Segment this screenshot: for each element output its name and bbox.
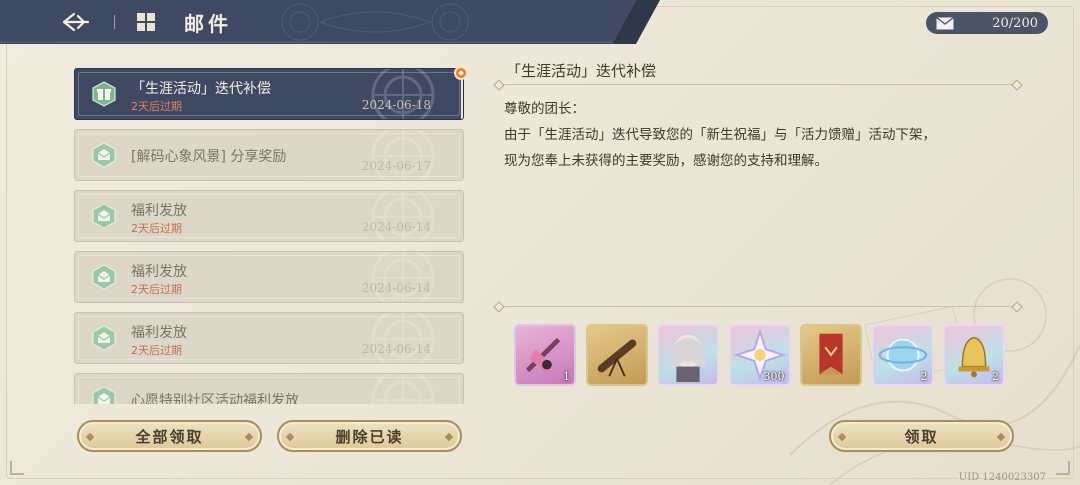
- delete-read-label: 删除已读: [335, 427, 404, 446]
- mail-list-item[interactable]: 福利发放 2天后过期 2024-06-14: [74, 312, 464, 364]
- mail-body-line: 现为您奉上未获得的主要奖励，感谢您的支持和理解。: [504, 153, 828, 169]
- mail-item-title: 福利发放: [131, 325, 187, 341]
- mail-detail-body: 尊敬的团长： 由于「生涯活动」迭代导致您的「新生祝福」与「活力馈赠」活动下架， …: [504, 96, 1024, 174]
- reward-slot[interactable]: 1: [514, 324, 576, 386]
- reward-slot[interactable]: [657, 324, 719, 386]
- reward-slot[interactable]: [800, 324, 862, 386]
- claim-all-label: 全部领取: [135, 427, 204, 446]
- emblem-watermark-icon: [369, 374, 437, 404]
- mail-item-title: 「生涯活动」迭代补偿: [131, 81, 271, 97]
- mail-detail-title: 「生涯活动」迭代补偿: [506, 62, 657, 80]
- open-mail-icon: [91, 386, 117, 404]
- reward-quantity: 2: [920, 370, 928, 383]
- reward-quantity: 2: [992, 370, 999, 383]
- character-portrait-item-icon: [670, 334, 706, 383]
- mail-list-item[interactable]: 心愿特别社区活动福利发放: [74, 373, 464, 404]
- claim-label: 领取: [904, 427, 939, 446]
- mail-item-title: 福利发放: [131, 203, 187, 219]
- title-divider: [498, 84, 1018, 85]
- frame-corner-ornament: [10, 461, 24, 475]
- open-mail-icon: [91, 142, 117, 168]
- mail-item-date: 2024-06-14: [361, 281, 431, 295]
- rewards-divider: [498, 306, 1018, 307]
- mailbox-capacity-counter: 20/200: [926, 12, 1048, 34]
- mail-item-date: 2024-06-14: [361, 342, 431, 356]
- claim-button[interactable]: 领取: [829, 420, 1014, 452]
- mail-item-expiry: 2天后过期: [131, 100, 182, 113]
- mail-list-item[interactable]: 福利发放 2天后过期 2024-06-14: [74, 251, 464, 303]
- reward-slot[interactable]: 2: [871, 324, 934, 386]
- mail-item-expiry: 2天后过期: [131, 283, 182, 296]
- claim-all-button[interactable]: 全部领取: [77, 420, 262, 452]
- mail-item-expiry: 2天后过期: [131, 344, 182, 357]
- mail-grid-icon: [137, 13, 155, 31]
- reward-slot[interactable]: 2: [943, 324, 1005, 386]
- mail-item-date: 2024-06-18: [361, 98, 431, 112]
- back-button[interactable]: [58, 8, 92, 36]
- mail-item-title: 心愿特别社区活动福利发放: [131, 393, 299, 404]
- mail-item-title: [解码心象风景] 分享奖励: [131, 149, 287, 165]
- reward-slot[interactable]: [585, 324, 648, 386]
- header-separator: [114, 15, 115, 29]
- mail-list-item[interactable]: [解码心象风景] 分享奖励 2024-06-17: [74, 129, 464, 181]
- mail-greeting: 尊敬的团长：: [504, 101, 585, 117]
- back-arrow-icon: [62, 12, 90, 32]
- emblem-watermark-icon: [369, 191, 437, 241]
- top-header-bar: 邮件: [0, 0, 660, 44]
- emblem-watermark-icon: [369, 313, 437, 363]
- mail-item-date: 2024-06-14: [361, 220, 431, 234]
- telescope-item-icon: [597, 339, 636, 377]
- emblem-watermark-icon: [369, 252, 437, 302]
- mail-body-line: 由于「生涯活动」迭代导致您的「新生祝福」与「活力馈赠」活动下架，: [504, 127, 936, 143]
- delete-read-button[interactable]: 删除已读: [277, 420, 462, 452]
- gift-icon: [91, 81, 117, 107]
- reward-slot[interactable]: 300: [728, 324, 791, 386]
- emblem-watermark-icon: [369, 69, 437, 119]
- open-mail-icon: [91, 264, 117, 290]
- mail-item-expiry: 2天后过期: [131, 222, 182, 235]
- envelope-icon: [936, 16, 954, 29]
- mail-count-value: 20/200: [992, 15, 1038, 31]
- user-id: UID 1240023307: [958, 472, 1046, 483]
- open-mail-icon: [91, 325, 117, 351]
- mail-list[interactable]: 「生涯活动」迭代补偿 2天后过期 2024-06-18 [解码心象风景] 分享奖励 20…: [74, 68, 466, 404]
- page-title: 邮件: [184, 12, 232, 36]
- reward-quantity: 300: [763, 370, 785, 383]
- reward-quantity: 1: [563, 370, 570, 383]
- open-mail-icon: [91, 203, 117, 229]
- red-banner-item-icon: [819, 333, 843, 375]
- header-background: [0, 0, 660, 44]
- mail-list-item[interactable]: 「生涯活动」迭代补偿 2天后过期 2024-06-18: [74, 68, 464, 120]
- emblem-watermark-icon: [369, 130, 437, 180]
- mail-item-date: 2024-06-17: [361, 159, 431, 173]
- mail-item-title: 福利发放: [131, 264, 187, 280]
- new-mail-badge: [454, 66, 468, 80]
- mail-list-item[interactable]: 福利发放 2天后过期 2024-06-14: [74, 190, 464, 242]
